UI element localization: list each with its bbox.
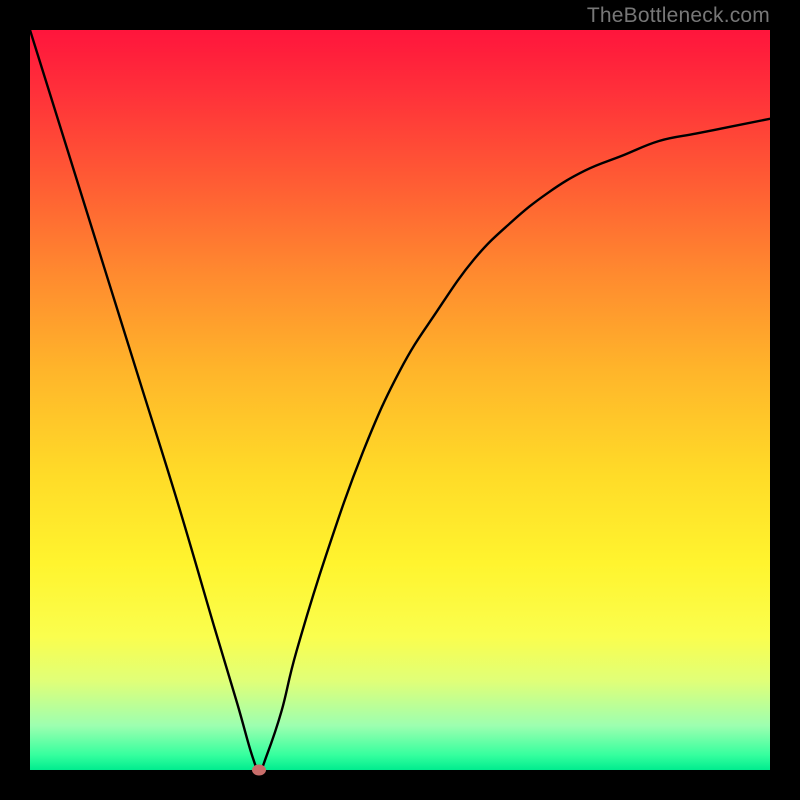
minimum-point-marker (252, 765, 266, 776)
chart-frame: TheBottleneck.com (0, 0, 800, 800)
watermark-text: TheBottleneck.com (587, 4, 770, 28)
bottleneck-curve (30, 30, 770, 770)
plot-area (30, 30, 770, 770)
